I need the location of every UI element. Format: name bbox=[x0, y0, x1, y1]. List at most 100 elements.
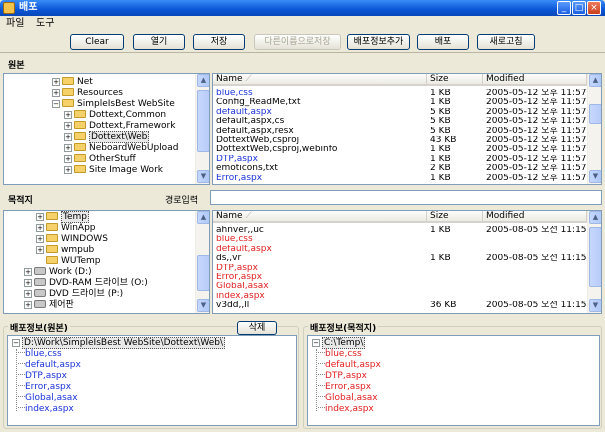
delete-button[interactable]: 삭제 bbox=[237, 321, 277, 335]
save-as-button[interactable]: 다른이름으로저장 bbox=[254, 34, 341, 50]
source-tree[interactable]: + Net + Resources − SimpleIsBest WebSite + Dott… bbox=[3, 73, 210, 185]
tree-item[interactable]: + Site Image Work bbox=[64, 165, 163, 176]
expand-icon[interactable]: + bbox=[64, 133, 72, 141]
column-header-modified[interactable]: Modified bbox=[483, 211, 587, 223]
file-row[interactable]: Global,asax bbox=[216, 282, 586, 291]
expand-icon[interactable]: + bbox=[36, 235, 44, 243]
target-tree[interactable]: +Temp+WinApp+WINDOWS+wmpub+WUTemp+Work (… bbox=[3, 210, 210, 314]
scroll-up-arrow-icon[interactable]: ▲ bbox=[197, 211, 209, 224]
deploy-item[interactable]: DTP,aspx bbox=[318, 371, 367, 382]
path-input[interactable] bbox=[210, 190, 602, 205]
expand-icon[interactable]: + bbox=[24, 268, 32, 276]
scroll-down-arrow-icon[interactable]: ▼ bbox=[197, 299, 209, 312]
scroll-down-arrow-icon[interactable]: ▼ bbox=[589, 299, 601, 312]
file-row[interactable]: ahnver,,uc 1 KB 2005-08-05 오전 11:15 bbox=[216, 226, 587, 235]
file-row[interactable]: blue,css 1 KB 2005-05-12 오후 11:57 bbox=[216, 89, 587, 98]
tree-item[interactable]: + NeboardWebUpload bbox=[64, 143, 178, 154]
file-row[interactable]: ds,,vr 1 KB 2005-08-05 오전 11:15 bbox=[216, 254, 587, 263]
expand-icon[interactable]: + bbox=[64, 111, 72, 119]
tree-item[interactable]: + WINDOWS bbox=[36, 234, 108, 245]
deploy-root[interactable]: − C:\Temp\ bbox=[312, 337, 366, 349]
refresh-button[interactable]: 새로고침 bbox=[477, 34, 535, 50]
collapse-icon[interactable]: − bbox=[312, 339, 320, 347]
file-row[interactable]: DottextWeb,csproj,webinfo 1 KB 2005-05-12 … bbox=[216, 145, 587, 154]
tree-item[interactable]: + wmpub bbox=[36, 245, 94, 256]
target-file-list[interactable]: Name ⟋ Size Modified ahnver,,uc 1 KB 2005-… bbox=[212, 210, 602, 314]
expand-icon[interactable]: + bbox=[24, 290, 32, 298]
tree-item[interactable]: + Work (D:) bbox=[24, 267, 92, 278]
deploy-item[interactable]: index,aspx bbox=[318, 404, 374, 415]
menu-file[interactable]: 파일 bbox=[6, 17, 24, 30]
column-header-size[interactable]: Size bbox=[427, 211, 483, 223]
expand-icon[interactable]: + bbox=[36, 213, 44, 221]
file-row[interactable]: default,aspx,resx 5 KB 2005-05-12 오후 11:57 bbox=[216, 127, 587, 136]
collapse-icon[interactable]: − bbox=[52, 100, 60, 108]
deploy-item[interactable]: Global,asax bbox=[18, 393, 78, 404]
expand-icon[interactable]: + bbox=[52, 89, 60, 97]
expand-icon[interactable]: + bbox=[64, 166, 72, 174]
target-list-scrollbar[interactable]: ▲ ▼ bbox=[587, 211, 601, 313]
collapse-icon[interactable]: − bbox=[12, 339, 20, 347]
scroll-up-arrow-icon[interactable]: ▲ bbox=[589, 211, 601, 224]
scroll-thumb[interactable] bbox=[589, 104, 601, 124]
file-row[interactable]: blue,css bbox=[216, 235, 586, 244]
scroll-up-arrow-icon[interactable]: ▲ bbox=[197, 74, 209, 87]
expand-icon[interactable]: + bbox=[24, 301, 32, 309]
tree-item[interactable]: + DVD 드라이브 (P:) bbox=[24, 289, 123, 300]
column-header-size[interactable]: Size bbox=[427, 74, 483, 86]
deploy-info-source-tree[interactable]: − D:\Work\SimpleIsBest WebSite\Dottext\We… bbox=[7, 335, 297, 426]
open-button[interactable]: 열기 bbox=[133, 34, 185, 50]
scroll-up-arrow-icon[interactable]: ▲ bbox=[589, 74, 601, 87]
file-row[interactable]: DTP,aspx bbox=[216, 264, 586, 273]
scroll-thumb[interactable] bbox=[197, 255, 209, 291]
clear-button[interactable]: Clear bbox=[70, 34, 124, 50]
source-tree-scrollbar[interactable]: ▲ ▼ bbox=[195, 74, 209, 184]
file-row[interactable]: Error,aspx 1 KB 2005-05-12 오후 11:57 bbox=[216, 174, 587, 183]
expand-icon[interactable]: + bbox=[36, 246, 44, 254]
deploy-item[interactable]: DTP,aspx bbox=[18, 371, 67, 382]
close-button[interactable]: × bbox=[587, 1, 601, 15]
tree-item[interactable]: + Net bbox=[52, 77, 93, 88]
deploy-item[interactable]: index,aspx bbox=[18, 404, 74, 415]
tree-item[interactable]: + Resources bbox=[52, 88, 123, 99]
deploy-item[interactable]: Global,asax bbox=[318, 393, 378, 404]
file-row[interactable]: Config_ReadMe,txt 1 KB 2005-05-12 오후 11:57 bbox=[216, 98, 587, 107]
expand-icon[interactable]: + bbox=[24, 279, 32, 287]
scroll-thumb[interactable] bbox=[589, 227, 601, 287]
deploy-item[interactable]: default,aspx bbox=[318, 360, 381, 371]
tree-item[interactable]: + 제어판 bbox=[24, 300, 74, 311]
target-tree-scrollbar[interactable]: ▲ ▼ bbox=[195, 211, 209, 313]
deploy-info-target-tree[interactable]: − C:\Temp\ blue,css default,aspx DTP,aspx Err… bbox=[307, 335, 600, 426]
column-header-modified[interactable]: Modified bbox=[483, 74, 587, 86]
tree-item[interactable]: − SimpleIsBest WebSite bbox=[52, 99, 175, 110]
tree-item[interactable]: +WUTemp bbox=[36, 256, 100, 267]
deploy-item[interactable]: default,aspx bbox=[18, 360, 81, 371]
deploy-item[interactable]: blue,css bbox=[318, 349, 362, 360]
tree-item[interactable]: + OtherStuff bbox=[64, 154, 136, 165]
file-row[interactable]: Error,aspx bbox=[216, 273, 586, 282]
tree-item[interactable]: + Temp bbox=[36, 211, 89, 223]
source-list-scrollbar[interactable]: ▲ ▼ bbox=[587, 74, 601, 184]
expand-icon[interactable]: + bbox=[36, 224, 44, 232]
file-row[interactable]: DottextWeb,csproj 43 KB 2005-05-12 오후 11:5… bbox=[216, 136, 587, 145]
deploy-item[interactable]: Error,aspx bbox=[18, 382, 71, 393]
scroll-down-arrow-icon[interactable]: ▼ bbox=[589, 170, 601, 183]
scroll-down-arrow-icon[interactable]: ▼ bbox=[197, 170, 209, 183]
deploy-item[interactable]: blue,css bbox=[18, 349, 62, 360]
tree-item[interactable]: + DVD-RAM 드라이브 (O:) bbox=[24, 278, 148, 289]
tree-item[interactable]: + Dottext\Web bbox=[64, 131, 150, 143]
column-header-name[interactable]: Name ⟋ bbox=[213, 211, 427, 223]
file-row[interactable]: default,aspx bbox=[216, 245, 586, 254]
deploy-button[interactable]: 배포 bbox=[417, 34, 469, 50]
expand-icon[interactable]: + bbox=[64, 144, 72, 152]
expand-icon[interactable]: + bbox=[64, 122, 72, 130]
source-file-list[interactable]: Name ⟋ Size Modified blue,css 1 KB 2005-05… bbox=[212, 73, 602, 185]
file-row[interactable]: index,aspx bbox=[216, 292, 586, 301]
maximize-button[interactable]: □ bbox=[572, 1, 586, 15]
minimize-button[interactable]: _ bbox=[557, 1, 571, 15]
deploy-item[interactable]: Error,aspx bbox=[318, 382, 371, 393]
file-row[interactable]: default,aspx,cs 5 KB 2005-05-12 오후 11:57 bbox=[216, 117, 587, 126]
file-row[interactable]: default,aspx 5 KB 2005-05-12 오후 11:57 bbox=[216, 108, 587, 117]
column-header-name[interactable]: Name ⟋ bbox=[213, 74, 427, 86]
save-button[interactable]: 저장 bbox=[193, 34, 245, 50]
